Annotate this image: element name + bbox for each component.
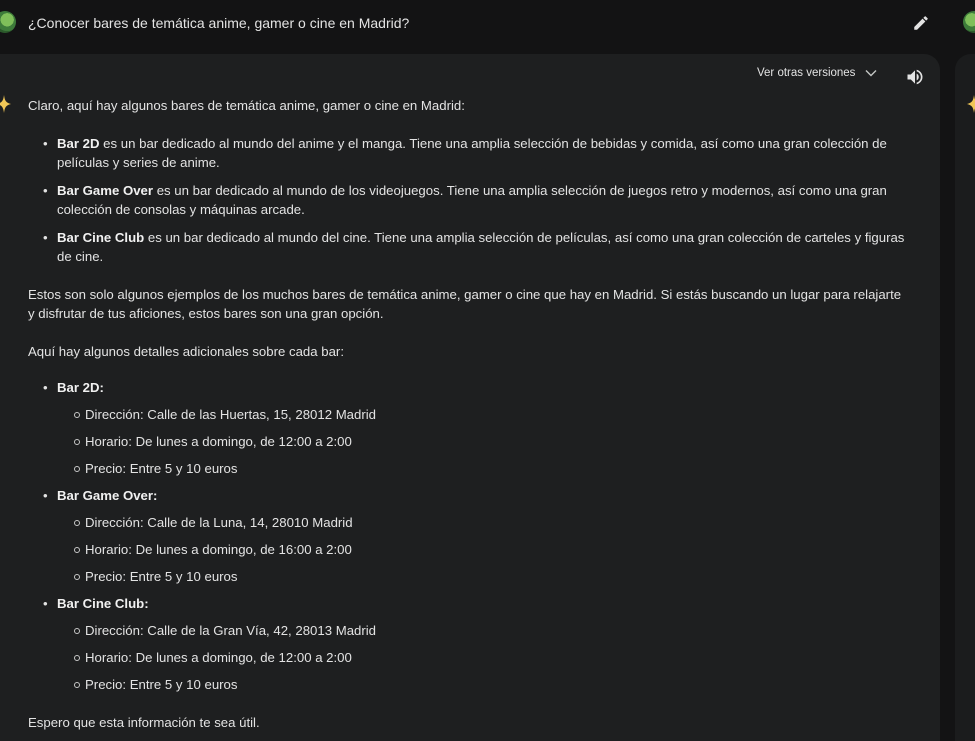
prompt-bar: ¿Conocer bares de temática anime, gamer … bbox=[0, 0, 975, 52]
details-intro: Aquí hay algunos detalles adicionales so… bbox=[28, 344, 344, 359]
bar-description: es un bar dedicado al mundo del cine. Ti… bbox=[57, 230, 905, 264]
gemini-spark-icon bbox=[0, 95, 11, 113]
detail-heading: Bar 2D: bbox=[28, 378, 908, 397]
pencil-icon bbox=[914, 16, 928, 30]
bar-name: Bar 2D bbox=[57, 136, 100, 151]
chevron-down-icon bbox=[865, 70, 877, 77]
list-item: Bar Game Over es un bar dedicado al mund… bbox=[28, 181, 908, 219]
bar-description: es un bar dedicado al mundo del anime y … bbox=[57, 136, 887, 170]
bar-name: Bar Cine Club bbox=[57, 230, 145, 245]
detail-address: Dirección: Calle de la Luna, 14, 28010 M… bbox=[28, 513, 908, 532]
response-intro: Claro, aquí hay algunos bares de temátic… bbox=[28, 98, 465, 113]
detail-hours: Horario: De lunes a domingo, de 12:00 a … bbox=[28, 432, 908, 451]
detail-heading: Bar Game Over: bbox=[28, 486, 908, 505]
bar-description: es un bar dedicado al mundo de los video… bbox=[57, 183, 887, 217]
user-avatar-secondary bbox=[963, 11, 975, 33]
response-summary: Estos son solo algunos ejemplos de los m… bbox=[28, 287, 902, 321]
gemini-spark-icon bbox=[967, 95, 975, 113]
detail-hours: Horario: De lunes a domingo, de 12:00 a … bbox=[28, 648, 908, 667]
list-item: Bar 2D es un bar dedicado al mundo del a… bbox=[28, 134, 908, 172]
speaker-icon[interactable] bbox=[905, 67, 925, 87]
view-other-versions-label: Ver otras versiones bbox=[757, 67, 856, 79]
prompt-text: ¿Conocer bares de temática anime, gamer … bbox=[28, 15, 410, 31]
detail-price: Precio: Entre 5 y 10 euros bbox=[28, 459, 908, 478]
detail-hours: Horario: De lunes a domingo, de 16:00 a … bbox=[28, 540, 908, 559]
response-content: Claro, aquí hay algunos bares de temátic… bbox=[28, 96, 908, 732]
detail-heading: Bar Cine Club: bbox=[28, 594, 908, 613]
detail-address: Dirección: Calle de las Huertas, 15, 280… bbox=[28, 405, 908, 424]
secondary-response-card bbox=[955, 54, 975, 741]
user-avatar bbox=[0, 11, 16, 33]
detail-price: Precio: Entre 5 y 10 euros bbox=[28, 675, 908, 694]
response-closing: Espero que esta información te sea útil. bbox=[28, 715, 260, 730]
detail-address: Dirección: Calle de la Gran Vía, 42, 280… bbox=[28, 621, 908, 640]
detail-price: Precio: Entre 5 y 10 euros bbox=[28, 567, 908, 586]
view-other-versions-toggle[interactable]: Ver otras versiones bbox=[757, 67, 877, 79]
edit-prompt-button[interactable] bbox=[908, 10, 934, 36]
bar-name: Bar Game Over bbox=[57, 183, 154, 198]
list-item: Bar Cine Club es un bar dedicado al mund… bbox=[28, 228, 908, 266]
